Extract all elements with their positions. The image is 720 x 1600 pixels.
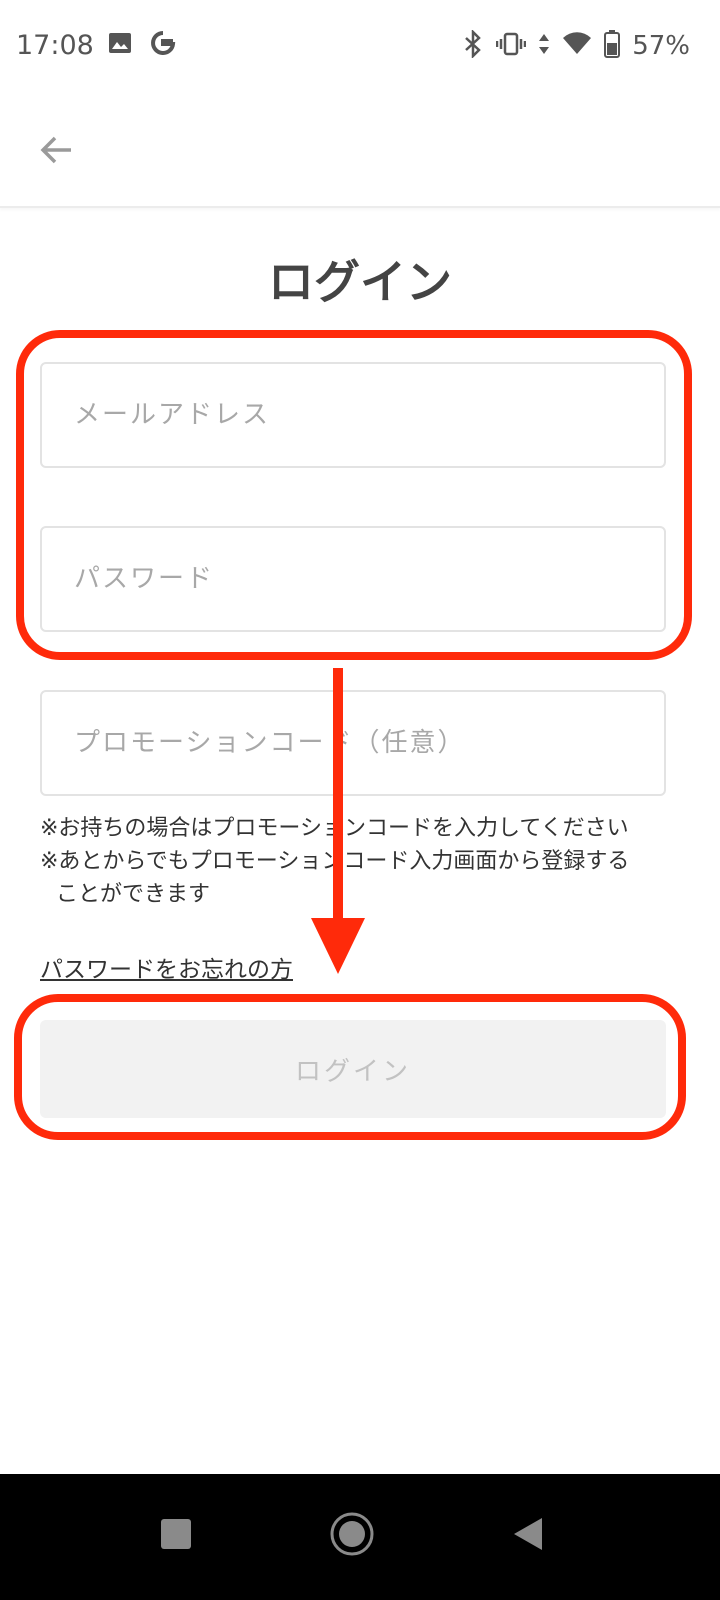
status-time: 17:08 <box>16 30 94 61</box>
promo-code-field[interactable] <box>40 690 666 796</box>
annotation-highlight-login-button <box>14 994 686 1140</box>
battery-percentage: 57% <box>632 31 690 61</box>
vibrate-icon <box>495 32 527 60</box>
system-nav-bar <box>0 1474 720 1600</box>
back-button[interactable] <box>30 126 82 178</box>
promo-note-3: ことができます <box>56 882 211 907</box>
promo-code-input[interactable] <box>72 727 634 759</box>
app-bar <box>0 96 720 208</box>
annotation-arrow-head <box>311 918 365 974</box>
nav-back-button[interactable] <box>496 1504 560 1568</box>
battery-icon <box>604 30 621 62</box>
wifi-icon <box>562 32 592 60</box>
promo-note-2: ※あとからでもプロモーションコード入力画面から登録する <box>40 845 680 878</box>
annotation-arrow-shaft <box>333 668 343 930</box>
data-icon <box>538 32 550 60</box>
promo-notes: ※お持ちの場合はプロモーションコードを入力してください ※あとからでもプロモーシ… <box>40 812 680 911</box>
promo-note-1: ※お持ちの場合はプロモーションコードを入力してください <box>40 812 680 845</box>
google-icon <box>150 30 176 60</box>
status-bar: 17:08 57% <box>0 0 720 96</box>
back-icon <box>512 1517 544 1555</box>
home-icon <box>329 1511 375 1561</box>
page-title: ログイン <box>268 255 452 309</box>
forgot-password-link[interactable]: パスワードをお忘れの方 <box>40 950 293 984</box>
image-icon <box>108 31 132 59</box>
recents-icon <box>160 1518 192 1554</box>
arrow-left-icon <box>39 135 73 169</box>
recents-button[interactable] <box>144 1504 208 1568</box>
bluetooth-icon <box>462 28 484 62</box>
annotation-highlight-credentials <box>16 330 692 660</box>
home-button[interactable] <box>320 1504 384 1568</box>
